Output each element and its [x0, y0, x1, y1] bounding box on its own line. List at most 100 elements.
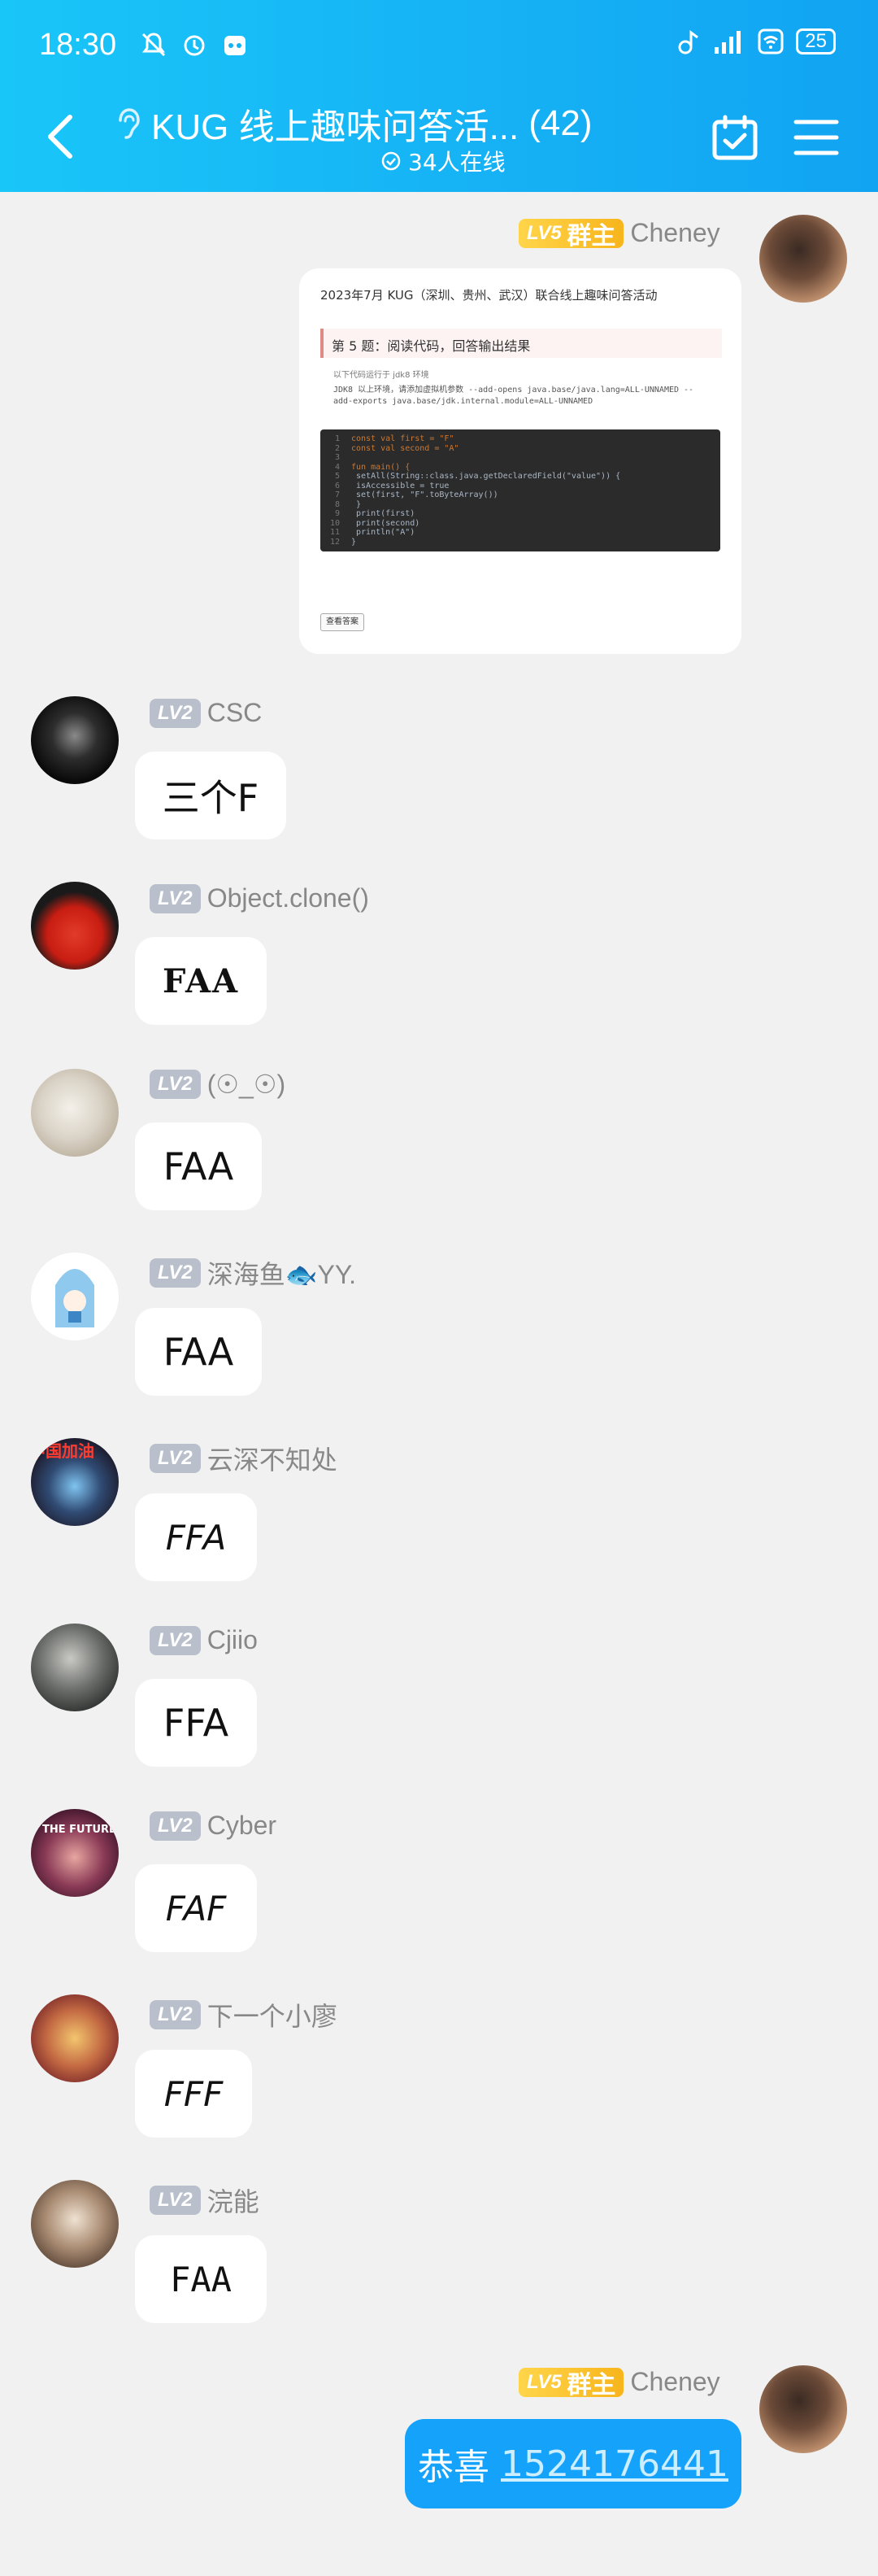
level-badge: LV2 [150, 1258, 201, 1288]
code-text: set(first, "F".toByteArray()) [351, 490, 498, 499]
sender-name[interactable]: Cheney [630, 218, 719, 248]
level-text: LV5 [527, 2370, 562, 2393]
alarm-icon [184, 35, 205, 56]
sender-row: LV2 浣能 [150, 2182, 259, 2219]
avatar[interactable] [31, 1253, 119, 1340]
code-text: } [351, 537, 357, 547]
sender-row: LV2 CSC [150, 698, 262, 728]
code-text: } [351, 499, 362, 509]
menu-icon[interactable] [793, 117, 839, 158]
sender-row: LV2 云深不知处 [150, 1440, 337, 1477]
avatar[interactable] [31, 1994, 119, 2082]
line-number: 6 [334, 481, 340, 490]
line-number: 9 [334, 509, 340, 518]
role-text: 群主 [567, 2371, 616, 2399]
card-title: 2023年7月 KUG（深圳、贵州、武汉）联合线上趣味问答活动 [320, 288, 658, 303]
level-badge: LV2 [150, 2186, 201, 2215]
sender-name[interactable]: 深海鱼🐟YY. [207, 1254, 356, 1292]
message-bubble[interactable]: FAA [135, 937, 267, 1025]
avatar[interactable] [759, 2365, 847, 2453]
code-image-card[interactable]: 2023年7月 KUG（深圳、贵州、武汉）联合线上趣味问答活动 第 5 题：阅读… [299, 268, 741, 654]
sender-row: LV2 Cyber [150, 1811, 276, 1841]
member-count: (42) [528, 103, 593, 143]
message-bubble[interactable]: 三个F [135, 752, 286, 839]
avatar[interactable] [31, 1069, 119, 1157]
sender-name[interactable]: Object.clone() [207, 883, 369, 913]
signal-icon [715, 31, 741, 54]
code-text: println("A") [351, 528, 415, 537]
sender-row: LV5 群主 Cheney [519, 2367, 720, 2399]
sender-row: LV2 深海鱼🐟YY. [150, 1254, 356, 1292]
sender-name[interactable]: 下一个小廖 [207, 1996, 337, 2033]
battery-indicator: 25 [796, 28, 836, 54]
note-line: JDK8 以上环境，请添加虚拟机参数 --add-opens java.base… [333, 386, 694, 394]
chat-header: 18:30 25 KUG 线上趣味问答活... (42) 34人在线 [0, 0, 878, 192]
line-number: 3 [334, 453, 340, 462]
verified-check-icon [381, 151, 401, 171]
line-number: 4 [334, 462, 340, 472]
app-notify-icon [224, 36, 246, 55]
status-icons-right: 25 [677, 28, 836, 55]
avatar[interactable]: 中国加油 [31, 1438, 119, 1526]
wifi-icon [758, 28, 784, 54]
code-text: fun main() { [351, 462, 411, 472]
view-answer-button[interactable]: 查看答案 [320, 613, 364, 631]
avatar[interactable] [31, 1624, 119, 1711]
message-bubble[interactable]: FAA [135, 1122, 262, 1210]
code-text: setAll(String::class.java.getDeclaredFie… [351, 472, 621, 481]
line-number: 5 [334, 472, 340, 481]
level-badge: LV2 [150, 1811, 201, 1841]
sender-row: LV5 群主 Cheney [519, 218, 720, 250]
code-line: 12} [325, 538, 356, 551]
back-arrow-icon[interactable] [44, 112, 76, 161]
online-count: 34人在线 [408, 149, 506, 176]
avatar[interactable] [31, 2180, 119, 2268]
sender-row: LV2 Cjiio [150, 1625, 258, 1655]
line-number: 1 [334, 434, 340, 443]
code-text: print(second) [351, 518, 420, 528]
sender-name[interactable]: (☉_☉) [207, 1069, 285, 1100]
message-bubble[interactable]: FAF [135, 1864, 257, 1952]
status-time: 18:30 [39, 28, 117, 62]
avatar[interactable] [759, 215, 847, 303]
status-icons-left [140, 31, 249, 59]
level-badge: LV2 [150, 1625, 201, 1655]
sender-row: LV2 (☉_☉) [150, 1069, 285, 1100]
sender-row: LV2 Object.clone() [150, 883, 369, 913]
level-badge: LV2 [150, 698, 201, 728]
calendar-check-icon[interactable] [711, 114, 759, 163]
line-number: 12 [329, 537, 340, 547]
online-status[interactable]: 34人在线 [380, 145, 506, 177]
line-number: 11 [329, 528, 340, 537]
level-badge: LV5 群主 [519, 218, 624, 250]
avatar[interactable] [31, 882, 119, 970]
note-line: 以下代码运行于 jdk8 环境 [333, 371, 429, 380]
sender-name[interactable]: Cyber [207, 1811, 276, 1841]
question-bar: 第 5 题：阅读代码，回答输出结果 [320, 329, 722, 358]
sender-name[interactable]: 云深不知处 [207, 1440, 337, 1477]
message-text: 恭喜 [418, 2447, 502, 2488]
sender-row: LV2 下一个小廖 [150, 1996, 337, 2033]
message-bubble[interactable]: FAA [135, 1308, 262, 1396]
status-bar: 18:30 25 [0, 0, 878, 98]
message-link[interactable]: 1524176441 [501, 2443, 728, 2485]
avatar[interactable]: THE FUTURE [31, 1809, 119, 1897]
chat-title-row[interactable]: KUG 线上趣味问答活... (42) [114, 98, 634, 150]
sender-name[interactable]: Cjiio [207, 1625, 258, 1655]
shark-avatar-icon [55, 1269, 94, 1327]
message-bubble[interactable]: FAA [135, 2235, 267, 2323]
avatar[interactable] [31, 696, 119, 784]
message-bubble[interactable]: FFA [135, 1679, 257, 1767]
sender-name[interactable]: Cheney [630, 2367, 719, 2397]
role-text: 群主 [567, 222, 616, 250]
message-bubble[interactable]: FFA [135, 1493, 257, 1581]
nfc-icon [678, 30, 699, 54]
question-text: 第 5 题：阅读代码，回答输出结果 [332, 338, 531, 354]
message-bubble[interactable]: 恭喜 1524176441 [405, 2419, 741, 2508]
sender-name[interactable]: 浣能 [207, 2182, 259, 2219]
mute-bell-icon [141, 33, 166, 57]
chat-title: KUG 线上趣味问答活... [151, 107, 519, 147]
line-number: 2 [334, 443, 340, 453]
message-bubble[interactable]: FFF [135, 2050, 252, 2138]
sender-name[interactable]: CSC [207, 698, 263, 728]
